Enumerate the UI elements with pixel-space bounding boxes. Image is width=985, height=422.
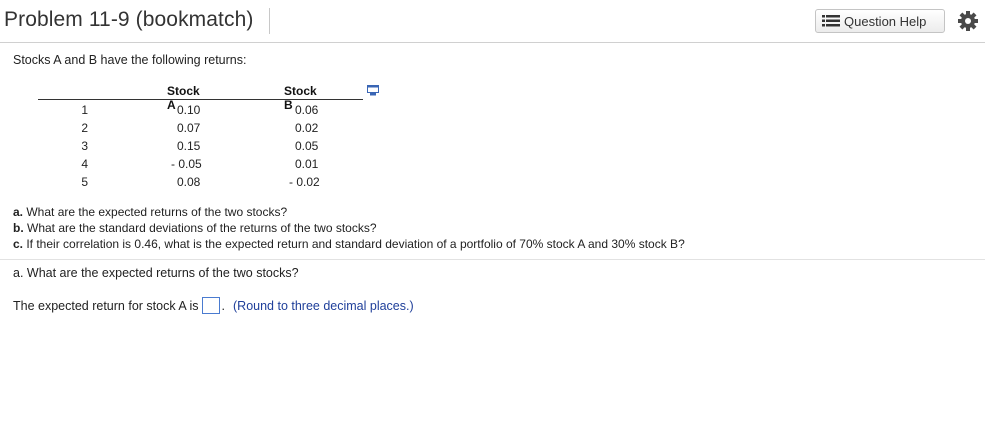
stock-b-value: 0.01: [295, 157, 319, 171]
question-a: a. What are the expected returns of the …: [13, 205, 287, 219]
question-text: What are the standard deviations of the …: [23, 221, 377, 235]
row-label: 1: [81, 103, 88, 117]
stock-b-value: 0.05: [295, 139, 319, 153]
question-letter: c.: [13, 237, 24, 251]
part-a-heading: a. What are the expected returns of the …: [13, 266, 299, 280]
stock-b-value: 0.02: [295, 121, 319, 135]
problem-page: Problem 11-9 (bookmatch) Question Help S…: [0, 0, 985, 422]
stock-b-value: 0.06: [295, 103, 319, 117]
row-label: 2: [81, 121, 88, 135]
rounding-hint: (Round to three decimal places.): [233, 298, 414, 313]
copy-table-icon[interactable]: [367, 85, 379, 96]
question-c: c. If their correlation is 0.46, what is…: [13, 237, 685, 251]
stock-a-value: 0.08: [177, 175, 201, 189]
question-text: What are the expected returns of the two…: [23, 205, 288, 219]
question-help-label: Question Help: [844, 13, 927, 29]
gear-icon[interactable]: [957, 10, 979, 32]
answer-line: The expected return for stock A is . (Ro…: [13, 297, 414, 314]
question-help-button[interactable]: Question Help: [815, 9, 945, 33]
question-b: b. What are the standard deviations of t…: [13, 221, 377, 235]
row-label: 4: [81, 157, 88, 171]
header-bar: Problem 11-9 (bookmatch) Question Help: [0, 0, 985, 43]
list-icon: [822, 15, 840, 27]
stock-a-value: 0.07: [177, 121, 201, 135]
stock-a-value: 0.10: [177, 103, 201, 117]
page-title: Problem 11-9 (bookmatch): [4, 8, 254, 31]
stock-a-value: 0.15: [177, 139, 201, 153]
stock-a-value: - 0.05: [171, 157, 202, 171]
stock-b-value: - 0.02: [289, 175, 320, 189]
row-label: 5: [81, 175, 88, 189]
header-underline: [38, 99, 363, 100]
answer-input[interactable]: [201, 297, 220, 314]
question-letter: a.: [13, 205, 24, 219]
intro-text: Stocks A and B have the following return…: [13, 53, 247, 67]
section-divider: [0, 259, 985, 260]
answer-suffix: .: [221, 298, 225, 313]
question-text: If their correlation is 0.46, what is th…: [23, 237, 685, 251]
answer-prefix: The expected return for stock A is: [13, 298, 199, 313]
title-divider: [269, 8, 270, 34]
question-letter: b.: [13, 221, 24, 235]
row-label: 3: [81, 139, 88, 153]
